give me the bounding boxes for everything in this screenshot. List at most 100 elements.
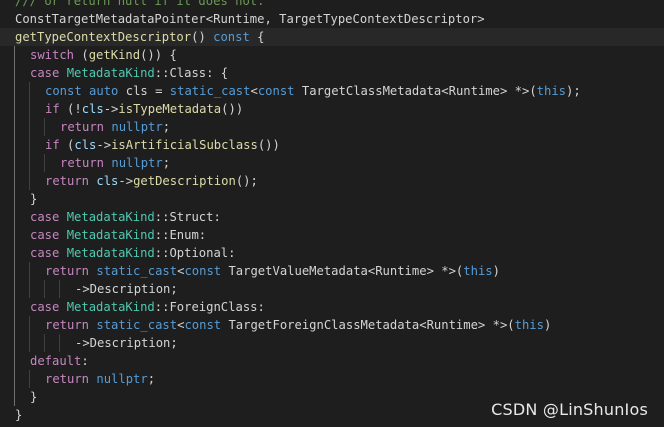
indent-guide xyxy=(14,64,15,82)
code-line[interactable]: if (!cls->isTypeMetadata()) xyxy=(0,100,664,118)
code-line[interactable]: /// or return null if it does not. xyxy=(0,0,664,10)
indent-guide xyxy=(14,100,15,118)
code-line[interactable]: case MetadataKind::ForeignClass: xyxy=(0,298,664,316)
code-line[interactable]: case MetadataKind::Struct: xyxy=(0,208,664,226)
code-token: } xyxy=(30,390,38,404)
code-text: ->Description; xyxy=(75,334,178,352)
indent-guide xyxy=(29,154,30,172)
code-token: nullptr xyxy=(111,156,163,170)
code-token: return xyxy=(60,120,105,134)
code-line[interactable]: switch (getKind()) { xyxy=(0,46,664,64)
indent-guide xyxy=(59,334,60,352)
code-token: getDescription xyxy=(133,174,236,188)
code-token: ; xyxy=(147,372,156,386)
code-token: const xyxy=(257,84,295,98)
code-token: -> xyxy=(103,102,119,116)
indent-guide xyxy=(14,136,15,154)
indent-guide xyxy=(14,208,15,226)
code-line[interactable]: case MetadataKind::Class: { xyxy=(0,64,664,82)
code-token: static_cast xyxy=(96,318,178,332)
code-token: isArtificialSubclass xyxy=(111,138,258,152)
code-line[interactable]: case MetadataKind::Enum: xyxy=(0,226,664,244)
code-token: cls xyxy=(74,138,97,152)
code-text: return cls->getDescription(); xyxy=(45,172,258,190)
code-line[interactable]: const auto cls = static_cast<const Targe… xyxy=(0,82,664,100)
code-line[interactable]: return static_cast<const TargetForeignCl… xyxy=(0,316,664,334)
code-token: ConstTargetMetadataPointer<Runtime, Targ… xyxy=(15,12,485,26)
code-token: MetadataKind xyxy=(66,300,155,314)
code-token: } xyxy=(15,408,23,422)
code-token: return xyxy=(45,174,90,188)
indent-guide xyxy=(44,334,45,352)
code-token: return xyxy=(60,156,105,170)
code-line[interactable]: ->Description; xyxy=(0,334,664,352)
indent-guide xyxy=(59,280,60,298)
indent-guide xyxy=(14,262,15,280)
code-token: ::Struct: xyxy=(154,210,221,224)
code-line[interactable]: return nullptr; xyxy=(0,118,664,136)
code-text: return static_cast<const TargetForeignCl… xyxy=(45,316,551,334)
code-token: MetadataKind xyxy=(66,66,155,80)
code-token: ()) xyxy=(257,138,280,152)
code-token: isTypeMetadata xyxy=(118,102,222,116)
code-token: case xyxy=(30,246,60,260)
indent-guide xyxy=(29,82,30,100)
code-token: default xyxy=(30,354,82,368)
code-line[interactable]: } xyxy=(0,190,664,208)
code-token: TargetForeignClassMetadata<Runtime> *>( xyxy=(221,318,515,332)
code-token: ::Optional: xyxy=(154,246,236,260)
code-text: ConstTargetMetadataPointer<Runtime, Targ… xyxy=(15,10,485,28)
indent-guide xyxy=(14,280,15,298)
code-token: cls xyxy=(96,174,119,188)
code-token: ()) { xyxy=(140,48,177,62)
code-text: } xyxy=(30,190,37,208)
code-token: return xyxy=(45,264,90,278)
indent-guide xyxy=(44,280,45,298)
code-editor[interactable]: /// or return null if it does not. ConstT… xyxy=(0,0,664,424)
code-editor-screenshot: /// or return null if it does not. ConstT… xyxy=(0,0,664,427)
indent-guide xyxy=(29,280,30,298)
code-text: case MetadataKind::Optional: xyxy=(30,244,235,262)
code-token: const xyxy=(184,264,222,278)
code-line[interactable]: ConstTargetMetadataPointer<Runtime, Targ… xyxy=(0,10,664,28)
code-line[interactable]: return static_cast<const TargetValueMeta… xyxy=(0,262,664,280)
code-line[interactable]: return cls->getDescription(); xyxy=(0,172,664,190)
code-token: static_cast xyxy=(96,264,178,278)
code-token: ()) xyxy=(221,102,244,116)
code-token: ::ForeignClass: xyxy=(154,300,265,314)
indent-guide xyxy=(44,118,45,136)
indent-guide xyxy=(14,316,15,334)
code-line[interactable]: return nullptr; xyxy=(0,370,664,388)
code-line[interactable]: default: xyxy=(0,352,664,370)
code-text: const auto cls = static_cast<const Targe… xyxy=(45,82,581,100)
code-token: const xyxy=(184,318,222,332)
code-text: /// or return null if it does not. xyxy=(15,0,264,10)
code-token: ->Description; xyxy=(75,282,178,296)
code-line[interactable]: getTypeContextDescriptor() const { xyxy=(0,28,664,46)
code-text: case MetadataKind::Struct: xyxy=(30,208,221,226)
indent-guide xyxy=(29,118,30,136)
code-token: case xyxy=(30,300,60,314)
code-line[interactable]: return nullptr; xyxy=(0,154,664,172)
code-token: case xyxy=(30,210,60,224)
code-text: default: xyxy=(30,352,89,370)
code-token: ) xyxy=(543,318,552,332)
code-token: const xyxy=(45,84,82,98)
code-token: (! xyxy=(59,102,82,116)
code-token: case xyxy=(30,228,60,242)
indent-guide xyxy=(14,190,15,208)
indent-guide xyxy=(29,316,30,334)
code-text: case MetadataKind::ForeignClass: xyxy=(30,298,265,316)
code-line[interactable]: if (cls->isArtificialSubclass()) xyxy=(0,136,664,154)
code-token: ; xyxy=(162,120,171,134)
indent-guide xyxy=(14,370,15,388)
code-line[interactable]: case MetadataKind::Optional: xyxy=(0,244,664,262)
code-text: } xyxy=(15,406,22,424)
code-token: < xyxy=(250,84,258,98)
code-token: ::Enum: xyxy=(154,228,207,242)
indent-guide xyxy=(14,82,15,100)
code-line[interactable]: ->Description; xyxy=(0,280,664,298)
code-token: (); xyxy=(235,174,258,188)
